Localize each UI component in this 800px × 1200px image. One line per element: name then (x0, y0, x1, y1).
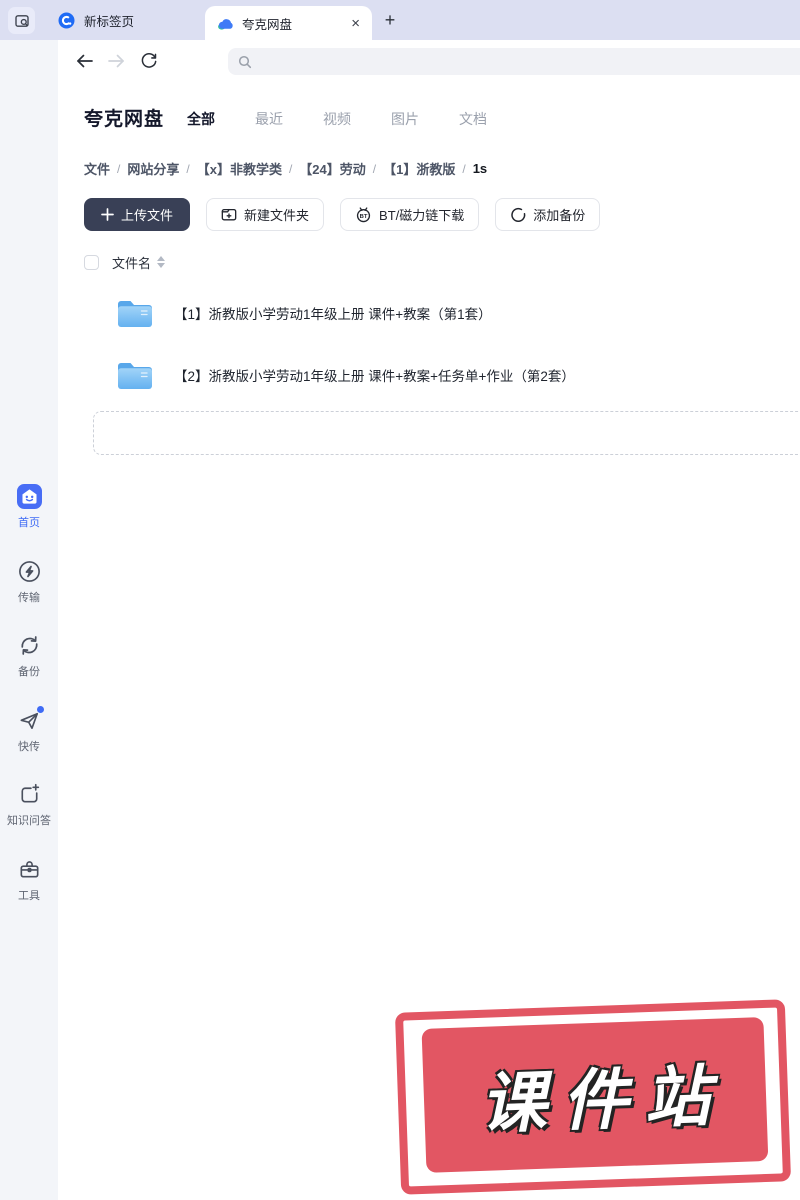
breadcrumb-item[interactable]: 【1】浙教版 (383, 159, 455, 178)
sort-icon[interactable] (157, 256, 166, 268)
breadcrumb-separator: / (288, 161, 293, 176)
empty-drop-zone (93, 411, 800, 455)
sidebar-item-quick-send[interactable]: 快传 (0, 706, 58, 754)
new-tab-button[interactable]: + (379, 9, 401, 31)
address-bar[interactable] (228, 48, 800, 75)
browser-tab-bar: 新标签页 夸克网盘 × + (0, 0, 800, 40)
notification-badge (37, 706, 44, 713)
close-tab-icon[interactable]: × (351, 16, 360, 31)
search-icon (238, 55, 252, 69)
new-folder-button[interactable]: 新建文件夹 (206, 198, 325, 231)
add-backup-button[interactable]: 添加备份 (495, 198, 601, 231)
folder-icon (116, 298, 154, 329)
quark-logo-icon (58, 12, 75, 29)
sidebar-item-backup[interactable]: 备份 (0, 632, 58, 679)
page-title: 夸克网盘 (84, 109, 165, 130)
add-backup-label: 添加备份 (533, 208, 586, 223)
quark-drive-window: 新标签页 夸克网盘 × + 首页 传输 备份 快传 知识问答 工具 夸克网盘 全… (0, 0, 800, 1200)
home-icon (16, 483, 42, 509)
sidebar-item-label: 工具 (18, 890, 40, 902)
tab-search-button[interactable] (8, 7, 35, 34)
select-all-checkbox[interactable] (84, 254, 99, 270)
bt-icon: BT (355, 206, 372, 223)
breadcrumb-item[interactable]: 【24】劳动 (299, 159, 365, 178)
backup-circle-icon (510, 207, 526, 223)
tab-image[interactable]: 图片 (391, 109, 419, 129)
breadcrumb-item[interactable]: 网站分享 (127, 159, 179, 178)
transfer-icon (16, 558, 42, 584)
folder-plus-icon (221, 207, 237, 222)
file-list-header: 文件名 (84, 253, 166, 271)
address-input[interactable] (258, 54, 800, 69)
breadcrumb-separator: / (186, 161, 190, 176)
browser-tab-label: 夸克网盘 (242, 17, 293, 32)
breadcrumb-separator: / (462, 161, 466, 176)
file-row[interactable]: 【2】浙教版小学劳动1年级上册 课件+教案+任务单+作业（第2套） (84, 344, 800, 406)
refresh-icon[interactable] (139, 51, 159, 71)
main-content: 夸克网盘 全部 最近 视频 图片 文档 文件 / 网站分享 / 【x】非教学类 … (58, 82, 800, 1200)
action-buttons: 上传文件 新建文件夹 BT BT/磁力链下载 添加备份 (84, 198, 601, 231)
sidebar-item-label: 首页 (18, 517, 40, 529)
sidebar-item-knowledge-qa[interactable]: 知识问答 (0, 781, 58, 828)
upload-file-label: 上传文件 (121, 208, 174, 223)
tab-video[interactable]: 视频 (323, 109, 351, 129)
sidebar-item-transfer[interactable]: 传输 (0, 558, 58, 605)
browser-tab-label: 新标签页 (84, 14, 135, 29)
svg-text:BT: BT (360, 214, 368, 220)
sidebar-item-home[interactable]: 首页 (0, 483, 58, 530)
tab-search-icon (14, 13, 30, 29)
sidebar-item-label: 快传 (18, 741, 40, 753)
sidebar-item-tools[interactable]: 工具 (0, 856, 58, 903)
tab-document[interactable]: 文档 (459, 109, 487, 129)
breadcrumb-separator: / (372, 161, 377, 176)
new-folder-label: 新建文件夹 (244, 208, 310, 223)
breadcrumb-separator: / (117, 161, 121, 176)
sidebar-item-label: 传输 (18, 592, 40, 604)
filename-column-header: 文件名 (112, 255, 152, 271)
browser-tab-new-tab-page[interactable]: 新标签页 (46, 0, 146, 40)
quick-send-icon (16, 706, 44, 733)
folder-icon (116, 360, 154, 391)
forward-icon[interactable] (106, 51, 126, 71)
back-icon[interactable] (74, 51, 94, 71)
file-name: 【2】浙教版小学劳动1年级上册 课件+教案+任务单+作业（第2套） (174, 369, 575, 384)
filter-tabs: 全部 最近 视频 图片 文档 (187, 109, 487, 129)
backup-icon (16, 632, 42, 658)
tab-recent[interactable]: 最近 (255, 109, 283, 129)
file-row[interactable]: 【1】浙教版小学劳动1年级上册 课件+教案（第1套） (84, 282, 800, 344)
breadcrumb-item[interactable]: 文件 (84, 159, 110, 178)
bt-download-label: BT/磁力链下载 (379, 208, 465, 223)
plus-icon (101, 208, 114, 221)
app-sidebar: 首页 传输 备份 快传 知识问答 工具 (0, 40, 58, 1200)
bt-magnet-download-button[interactable]: BT BT/磁力链下载 (340, 198, 480, 231)
browser-toolbar (58, 40, 800, 82)
browser-tab-quark-drive[interactable]: 夸克网盘 × (205, 6, 372, 40)
sidebar-item-label: 知识问答 (7, 815, 51, 827)
tab-all[interactable]: 全部 (187, 109, 215, 129)
knowledge-qa-icon (16, 781, 42, 807)
upload-file-button[interactable]: 上传文件 (84, 198, 191, 231)
breadcrumb-item[interactable]: 【x】非教学类 (197, 159, 282, 178)
breadcrumb: 文件 / 网站分享 / 【x】非教学类 / 【24】劳动 / 【1】浙教版 / … (84, 159, 487, 178)
file-name: 【1】浙教版小学劳动1年级上册 课件+教案（第1套） (174, 307, 492, 322)
breadcrumb-current: 1s (472, 161, 488, 176)
sidebar-item-label: 备份 (18, 666, 40, 678)
toolbox-icon (16, 856, 42, 882)
cloud-drive-icon (217, 16, 234, 31)
